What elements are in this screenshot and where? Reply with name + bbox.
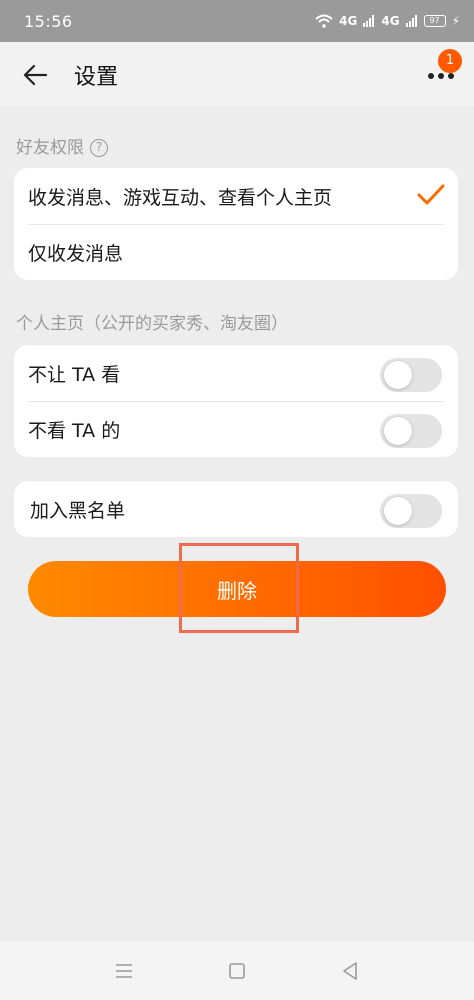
row-label: 不让 TA 看 bbox=[28, 363, 121, 386]
charging-icon: ⚡ bbox=[451, 14, 460, 28]
battery-icon: 97 bbox=[423, 15, 446, 27]
blacklist-toggle[interactable] bbox=[380, 494, 442, 528]
back-arrow-icon[interactable] bbox=[20, 60, 50, 90]
blacklist-row: 加入黑名单 bbox=[14, 481, 458, 537]
hide-from-row: 不让 TA 看 bbox=[14, 345, 458, 401]
option-messages-only[interactable]: 仅收发消息 bbox=[14, 224, 458, 280]
dont-view-toggle[interactable] bbox=[380, 414, 442, 448]
status-bar: 15:56 4G 4G 97 ⚡ bbox=[0, 0, 474, 42]
row-label: 不看 TA 的 bbox=[28, 419, 121, 442]
profile-card: 不让 TA 看 不看 TA 的 bbox=[14, 345, 458, 457]
notification-badge: 1 bbox=[438, 49, 462, 73]
cell-signal-2: 4G bbox=[381, 14, 400, 28]
help-icon[interactable]: ? bbox=[90, 139, 108, 157]
toggle-knob bbox=[384, 417, 412, 445]
back-triangle-icon[interactable] bbox=[338, 959, 362, 983]
toggle-knob bbox=[384, 361, 412, 389]
toggle-knob bbox=[384, 497, 412, 525]
settings-screen: 15:56 4G 4G 97 ⚡ 设置 1 好友权限 ? 收发消息、游戏互动、查… bbox=[0, 0, 474, 1000]
hide-from-toggle[interactable] bbox=[380, 358, 442, 392]
friend-permission-label: 好友权限? bbox=[16, 133, 108, 158]
friend-permission-text: 好友权限 bbox=[16, 138, 84, 158]
signal-bars-icon bbox=[363, 15, 375, 27]
checkmark-icon bbox=[417, 184, 445, 205]
status-time: 15:56 bbox=[24, 11, 73, 31]
friend-permission-card: 收发消息、游戏互动、查看个人主页 仅收发消息 bbox=[14, 168, 458, 280]
signal-bars-icon bbox=[405, 15, 417, 27]
wifi-icon bbox=[315, 14, 333, 28]
option-label: 收发消息、游戏互动、查看个人主页 bbox=[28, 186, 333, 209]
home-square-icon[interactable] bbox=[225, 959, 249, 983]
menu-icon[interactable] bbox=[112, 959, 136, 983]
option-label: 仅收发消息 bbox=[28, 242, 124, 265]
top-bar: 设置 bbox=[0, 42, 474, 106]
system-nav-bar bbox=[0, 942, 474, 1000]
row-label: 加入黑名单 bbox=[30, 499, 126, 522]
status-icons: 4G 4G 97 ⚡ bbox=[315, 14, 460, 28]
dont-view-row: 不看 TA 的 bbox=[14, 401, 458, 457]
blacklist-card: 加入黑名单 bbox=[14, 481, 458, 537]
page-title: 设置 bbox=[74, 65, 119, 90]
highlight-box bbox=[179, 543, 299, 633]
profile-section-label: 个人主页（公开的买家秀、淘友圈） bbox=[16, 314, 288, 334]
option-full-access[interactable]: 收发消息、游戏互动、查看个人主页 bbox=[14, 168, 458, 224]
cell-signal-1: 4G bbox=[339, 14, 358, 28]
